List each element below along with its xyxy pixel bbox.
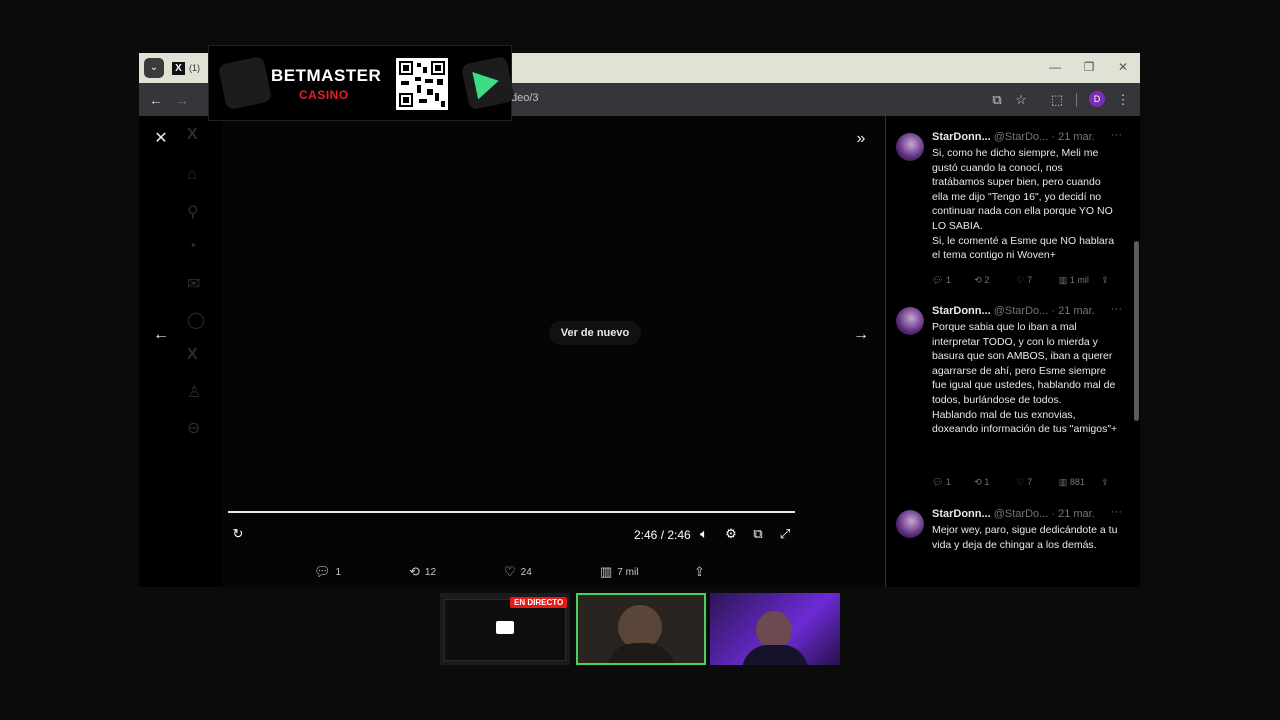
replay-icon[interactable]: ↻ xyxy=(230,526,246,542)
menu-icon[interactable]: ⋮ xyxy=(1114,91,1132,109)
reply-header: StarDonn... @StarDo... · 21 mar. ··· xyxy=(932,129,1122,143)
stream-thumbnail-screen[interactable]: EN DIRECTO xyxy=(440,593,570,665)
notifications-icon: ◔ xyxy=(187,238,197,255)
reply-header: StarDonn... @StarDo... · 21 mar. ··· xyxy=(932,506,1122,520)
video-player[interactable]: Ver de nuevo ↻ 2:46 / 2:46 🔈︎ ⚙ ⧉ ⤢ xyxy=(222,116,885,587)
views-action[interactable]: ▥ 7 mil xyxy=(600,564,638,580)
collapse-panel-icon[interactable]: » xyxy=(851,129,871,149)
repost-count[interactable]: ⟲ 2 xyxy=(974,275,1016,286)
share-icon[interactable]: ⇪ xyxy=(1101,477,1118,488)
reply-text: Si, como he dicho siempre, Meli me gustó… xyxy=(932,147,1115,262)
close-window-icon[interactable]: ✕ xyxy=(1115,59,1131,75)
avatar xyxy=(896,133,924,161)
fullscreen-icon[interactable]: ⤢ xyxy=(777,526,793,542)
view-count[interactable]: ▥ 881 xyxy=(1059,477,1101,488)
person-body xyxy=(742,645,808,665)
ad-subbrand: CASINO xyxy=(299,88,349,102)
reply-text: Porque sabia que lo iban a mal interpret… xyxy=(932,321,1118,436)
close-icon[interactable]: ✕ xyxy=(151,129,171,149)
search-icon: ⚲ xyxy=(187,204,199,221)
more-icon: ⊖ xyxy=(187,420,201,437)
replies-panel: StarDonn... @StarDo... · 21 mar. ··· Si,… xyxy=(885,116,1140,587)
like-count[interactable]: ♡ 7 xyxy=(1017,477,1059,488)
volume-icon[interactable]: 🔈︎ xyxy=(696,526,712,542)
reply-header: StarDonn... @StarDo... · 21 mar. ··· xyxy=(932,303,1122,317)
reply-action[interactable]: 💬︎ 1 xyxy=(314,564,341,580)
repost-action[interactable]: ⟲ 12 xyxy=(409,564,436,580)
picture-in-picture-icon[interactable]: ⧉ xyxy=(750,526,766,542)
reply-count[interactable]: 💬︎ 1 xyxy=(932,275,974,286)
monitor-icon xyxy=(496,621,514,634)
tab-search-button[interactable]: ⌄ xyxy=(144,58,164,78)
browser-window: ⌄ X (1) — ❐ ✕ ← → deo/3 ⧉ ☆ ⬚ D ⋮ ✕ ← X … xyxy=(139,53,1140,587)
avatar xyxy=(896,510,924,538)
betmaster-ad: BETMASTER CASINO xyxy=(208,45,516,121)
repost-icon: ⟲ xyxy=(409,564,420,579)
qr-code-icon xyxy=(396,58,448,110)
messages-icon: ✉ xyxy=(187,276,201,293)
url-field[interactable]: deo/3 xyxy=(511,92,539,104)
video-time: 2:46 / 2:46 xyxy=(634,528,691,542)
ad-brand: BETMASTER xyxy=(271,66,382,85)
google-play-icon xyxy=(460,55,516,111)
apple-icon xyxy=(217,55,273,111)
restore-icon[interactable]: ❐ xyxy=(1081,59,1097,75)
reply-stats: 💬︎ 1 ⟲ 2 ♡ 7 ▥ 1 mil ⇪ xyxy=(932,275,1118,286)
video-progress-bar[interactable] xyxy=(228,511,795,513)
reply-count[interactable]: 💬︎ 1 xyxy=(932,477,974,488)
x-logo-icon: X xyxy=(187,126,198,143)
home-icon: ⌂ xyxy=(187,166,197,183)
forward-icon[interactable]: → xyxy=(173,91,191,109)
cast-icon[interactable]: ⧉ xyxy=(988,91,1006,109)
avatar xyxy=(896,307,924,335)
reply-item[interactable]: StarDonn... @StarDo... · 21 mar. ··· Mej… xyxy=(896,506,1122,587)
like-action[interactable]: ♡ 24 xyxy=(504,564,532,580)
settings-icon[interactable]: ⚙ xyxy=(723,526,739,542)
tweet-actions: 💬︎ 1 ⟲ 12 ♡ 24 ▥ 7 mil ⇪ xyxy=(222,558,885,587)
tab-x[interactable]: X (1) xyxy=(172,59,200,77)
extensions-icon[interactable]: ⬚ xyxy=(1048,91,1066,109)
reply-item[interactable]: StarDonn... @StarDo... · 21 mar. ··· Por… xyxy=(896,303,1122,495)
profile-icon: ♙ xyxy=(187,384,202,401)
share-icon[interactable]: ⇪ xyxy=(1101,275,1118,286)
scrollbar[interactable] xyxy=(1134,241,1139,421)
profile-avatar[interactable]: D xyxy=(1089,91,1105,107)
reply-item[interactable]: StarDonn... @StarDo... · 21 mar. ··· Si,… xyxy=(896,129,1122,291)
minimize-icon[interactable]: — xyxy=(1047,59,1063,75)
reply-icon: 💬︎ xyxy=(314,564,331,579)
x-logo-icon: X xyxy=(172,61,185,75)
reply-text: Mejor wey, paro, sigue dedicándote a tu … xyxy=(932,524,1118,551)
more-options-icon[interactable]: ··· xyxy=(1111,303,1122,315)
tab-label: (1) xyxy=(189,63,200,73)
share-action[interactable]: ⇪ xyxy=(694,564,705,580)
divider xyxy=(1076,93,1077,107)
share-icon: ⇪ xyxy=(694,564,705,579)
next-arrow-icon[interactable]: → xyxy=(851,325,871,345)
like-count[interactable]: ♡ 7 xyxy=(1017,275,1059,286)
background-sidebar: X ⌂ ⚲ ◔ ✉ ◯ X ♙ ⊖ xyxy=(179,116,223,587)
stream-thumbnail-webcam-1[interactable] xyxy=(576,593,706,665)
views-icon: ▥ xyxy=(600,564,613,579)
more-options-icon[interactable]: ··· xyxy=(1111,506,1122,518)
bookmark-star-icon[interactable]: ☆ xyxy=(1012,91,1030,109)
replay-button[interactable]: Ver de nuevo xyxy=(549,321,641,345)
person-silhouette xyxy=(756,611,792,649)
reply-stats: 💬︎ 1 ⟲ 1 ♡ 7 ▥ 881 ⇪ xyxy=(932,477,1118,488)
stream-thumbnail-webcam-2[interactable] xyxy=(710,593,840,665)
page-content: ✕ ← X ⌂ ⚲ ◔ ✉ ◯ X ♙ ⊖ Ver de nuevo ↻ 2:4… xyxy=(139,116,1140,587)
premium-icon: X xyxy=(187,346,198,363)
grok-icon: ◯ xyxy=(187,312,205,329)
view-count[interactable]: ▥ 1 mil xyxy=(1059,275,1101,286)
repost-count[interactable]: ⟲ 1 xyxy=(974,477,1016,488)
person-body xyxy=(606,643,676,663)
more-options-icon[interactable]: ··· xyxy=(1111,129,1122,141)
heart-icon: ♡ xyxy=(504,564,516,579)
back-icon[interactable]: ← xyxy=(147,91,165,109)
previous-arrow-icon[interactable]: ← xyxy=(151,325,171,345)
live-badge: EN DIRECTO xyxy=(510,597,568,608)
